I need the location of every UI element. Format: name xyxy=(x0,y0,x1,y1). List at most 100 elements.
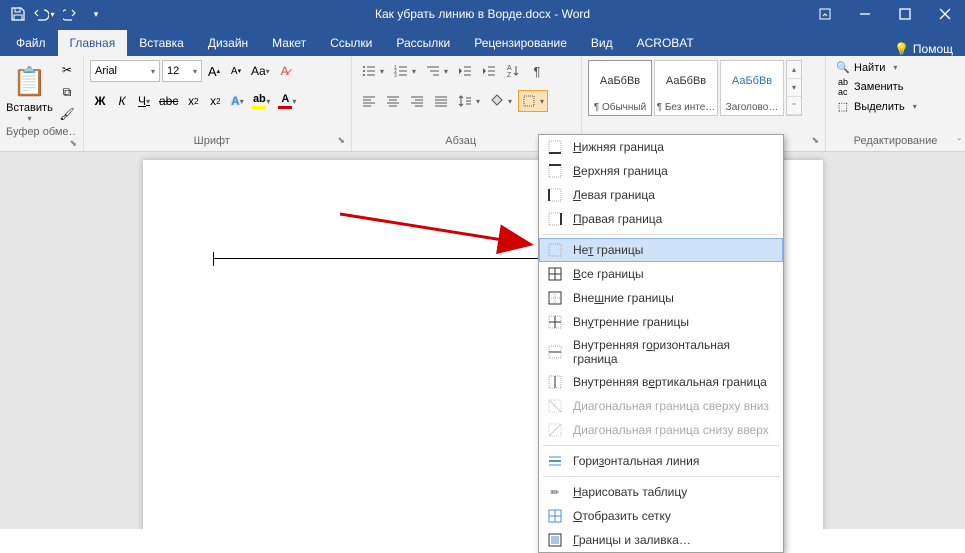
cut-button[interactable]: ✂ xyxy=(57,60,77,80)
italic-button[interactable]: К xyxy=(112,90,132,112)
border-all-icon xyxy=(547,266,563,282)
clipboard-icon: 📋 xyxy=(12,60,48,102)
customize-qat-button[interactable]: ▾ xyxy=(84,2,108,26)
borders-and-shading-item[interactable]: Границы и заливка… xyxy=(539,528,783,552)
multilevel-list-button[interactable]: ▾ xyxy=(422,60,452,82)
svg-text:A: A xyxy=(507,65,512,72)
border-none-icon xyxy=(547,242,563,258)
border-right-item[interactable]: Правая граница xyxy=(539,207,783,231)
border-inside-horizontal-item[interactable]: Внутренняя горизонтальная граница xyxy=(539,334,783,370)
horizontal-line-item[interactable]: Горизонтальная линия xyxy=(539,449,783,473)
replace-icon: abac xyxy=(836,77,850,97)
highlight-button[interactable]: ab▾ xyxy=(249,90,273,112)
view-gridlines-item[interactable]: Отобразить сетку xyxy=(539,504,783,528)
borders-button[interactable]: ▾ xyxy=(518,90,548,112)
align-left-button[interactable] xyxy=(358,90,380,112)
show-marks-button[interactable]: ¶ xyxy=(526,60,548,82)
styles-scrollbar[interactable]: ▴▾⁼ xyxy=(786,60,802,116)
select-button[interactable]: ⬚Выделить▾ xyxy=(832,99,921,114)
tab-home[interactable]: Главная xyxy=(58,30,128,56)
border-none-item[interactable]: Нет границы xyxy=(539,238,783,262)
font-name-combo[interactable]: Arial▾ xyxy=(90,60,160,82)
border-outside-icon xyxy=(547,290,563,306)
quick-access-toolbar: ▾ ▾ xyxy=(0,2,108,26)
change-case-button[interactable]: Aa▾ xyxy=(248,60,273,82)
tell-me-search[interactable]: 💡 Помощ xyxy=(894,42,965,56)
maximize-button[interactable] xyxy=(885,0,925,28)
tab-file[interactable]: Файл xyxy=(4,30,58,56)
font-dialog-launcher[interactable]: ⬊ xyxy=(337,135,345,146)
underline-button[interactable]: Ч▾ xyxy=(134,90,154,112)
style-heading1[interactable]: АаБбВв Заголово… xyxy=(720,60,784,116)
search-icon: 🔍 xyxy=(836,61,850,74)
replace-button[interactable]: abacЗаменить xyxy=(832,76,921,98)
clipboard-dialog-launcher[interactable]: ⬊ xyxy=(69,138,77,147)
border-inside-v-icon xyxy=(547,374,563,390)
border-diagonal-down-item: Диагональная граница сверху вниз xyxy=(539,394,783,418)
find-button[interactable]: 🔍Найти▾ xyxy=(832,60,921,75)
collapse-ribbon-button[interactable]: ˇ xyxy=(958,138,961,149)
document-area xyxy=(0,152,965,529)
tab-insert[interactable]: Вставка xyxy=(127,30,196,56)
increase-indent-button[interactable] xyxy=(478,60,500,82)
paste-button[interactable]: 📋 Вставить ▾ xyxy=(6,60,53,123)
strikethrough-button[interactable]: abc xyxy=(156,90,181,112)
ribbon: 📋 Вставить ▾ ✂ ⧉ 🖌 Буфер обме…⬊ Arial▾ 1… xyxy=(0,56,965,152)
border-inside-vertical-item[interactable]: Внутренняя вертикальная граница xyxy=(539,370,783,394)
copy-button[interactable]: ⧉ xyxy=(57,82,77,102)
redo-button[interactable] xyxy=(58,2,82,26)
save-button[interactable] xyxy=(6,2,30,26)
align-right-button[interactable] xyxy=(406,90,428,112)
numbering-button[interactable]: 123▾ xyxy=(390,60,420,82)
line-spacing-button[interactable]: ▾ xyxy=(454,90,484,112)
format-painter-button[interactable]: 🖌 xyxy=(57,104,77,124)
ribbon-tab-bar: Файл Главная Вставка Дизайн Макет Ссылки… xyxy=(0,28,965,56)
svg-text:Z: Z xyxy=(507,72,512,78)
undo-button[interactable]: ▾ xyxy=(32,2,56,26)
border-diag-up-icon xyxy=(547,422,563,438)
tab-acrobat[interactable]: ACROBAT xyxy=(625,30,706,56)
text-effects-button[interactable]: A▾ xyxy=(227,90,247,112)
align-center-button[interactable] xyxy=(382,90,404,112)
decrease-indent-button[interactable] xyxy=(454,60,476,82)
border-left-item[interactable]: Левая граница xyxy=(539,183,783,207)
tab-references[interactable]: Ссылки xyxy=(318,30,384,56)
border-diagonal-up-item: Диагональная граница снизу вверх xyxy=(539,418,783,442)
style-normal[interactable]: АаБбВв ¶ Обычный xyxy=(588,60,652,116)
font-size-combo[interactable]: 12▾ xyxy=(162,60,202,82)
styles-dialog-launcher[interactable]: ⬊ xyxy=(811,135,819,146)
sort-button[interactable]: AZ xyxy=(502,60,524,82)
draw-table-item[interactable]: ✏Нарисовать таблицу xyxy=(539,480,783,504)
tab-design[interactable]: Дизайн xyxy=(196,30,260,56)
tab-view[interactable]: Вид xyxy=(579,30,625,56)
border-diag-down-icon xyxy=(547,398,563,414)
bullets-button[interactable]: ▾ xyxy=(358,60,388,82)
font-color-button[interactable]: A▾ xyxy=(275,90,299,112)
border-all-item[interactable]: Все границы xyxy=(539,262,783,286)
tab-layout[interactable]: Макет xyxy=(260,30,318,56)
border-right-icon xyxy=(547,211,563,227)
minimize-button[interactable] xyxy=(845,0,885,28)
clear-formatting-button[interactable]: A̷ xyxy=(275,60,295,82)
title-bar: ▾ ▾ Как убрать линию в Ворде.docx - Word xyxy=(0,0,965,28)
borders-dropdown-menu: Нижняя граница Верхняя граница Левая гра… xyxy=(538,134,784,553)
grow-font-button[interactable]: A▴ xyxy=(204,60,224,82)
border-outside-item[interactable]: Внешние границы xyxy=(539,286,783,310)
close-button[interactable] xyxy=(925,0,965,28)
tab-mailings[interactable]: Рассылки xyxy=(384,30,462,56)
border-bottom-item[interactable]: Нижняя граница xyxy=(539,135,783,159)
shrink-font-button[interactable]: A▾ xyxy=(226,60,246,82)
shading-button[interactable]: ▾ xyxy=(486,90,516,112)
ribbon-display-options-button[interactable] xyxy=(805,0,845,28)
superscript-button[interactable]: x2 xyxy=(205,90,225,112)
border-top-item[interactable]: Верхняя граница xyxy=(539,159,783,183)
bold-button[interactable]: Ж xyxy=(90,90,110,112)
tab-review[interactable]: Рецензирование xyxy=(462,30,579,56)
border-inside-item[interactable]: Внутренние границы xyxy=(539,310,783,334)
border-top-icon xyxy=(547,163,563,179)
window-title: Как убрать линию в Ворде.docx - Word xyxy=(375,7,590,21)
justify-button[interactable] xyxy=(430,90,452,112)
subscript-button[interactable]: x2 xyxy=(183,90,203,112)
borders-shading-icon xyxy=(547,532,563,548)
style-no-spacing[interactable]: АаБбВв ¶ Без инте… xyxy=(654,60,718,116)
